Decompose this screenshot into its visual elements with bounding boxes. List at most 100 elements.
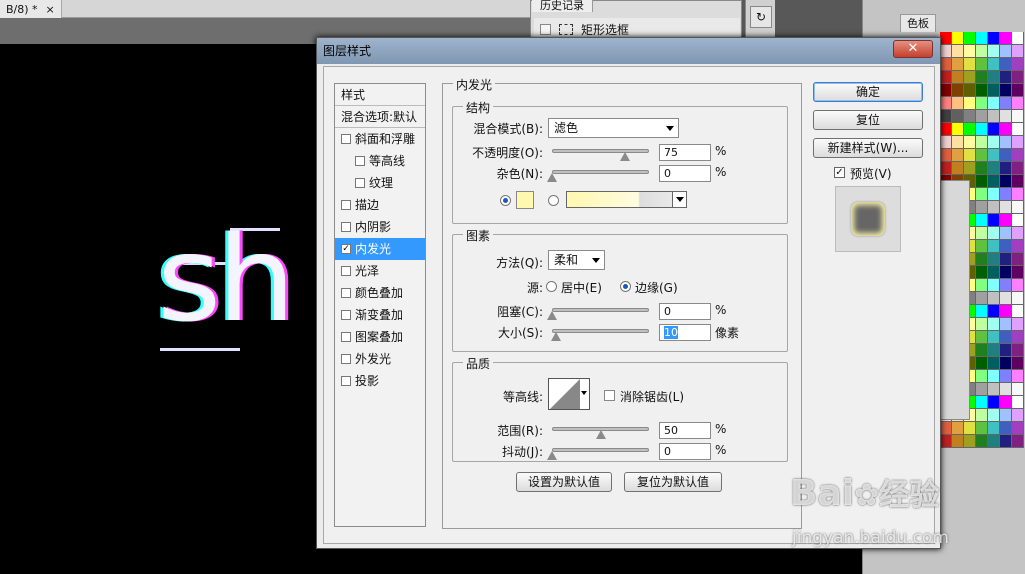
color-swatch[interactable]: [976, 344, 988, 357]
color-swatch[interactable]: [964, 45, 976, 58]
color-swatch[interactable]: [976, 175, 988, 188]
color-swatch[interactable]: [1000, 292, 1012, 305]
noise-slider[interactable]: [552, 170, 649, 174]
color-swatch[interactable]: [1012, 292, 1024, 305]
gradient-radio[interactable]: [548, 195, 559, 206]
color-swatch[interactable]: [1000, 305, 1012, 318]
color-swatch[interactable]: [988, 71, 1000, 84]
color-swatch[interactable]: [940, 422, 952, 435]
color-swatch[interactable]: [1000, 331, 1012, 344]
color-swatch[interactable]: [976, 240, 988, 253]
color-swatch[interactable]: [976, 305, 988, 318]
color-swatch[interactable]: [976, 201, 988, 214]
technique-select[interactable]: 柔和: [548, 250, 605, 270]
source-center-radio[interactable]: [546, 281, 557, 292]
color-swatch[interactable]: [1012, 162, 1024, 175]
color-swatch[interactable]: [988, 84, 1000, 97]
color-swatch[interactable]: [964, 97, 976, 110]
color-swatch[interactable]: [1000, 214, 1012, 227]
color-swatch[interactable]: [1000, 383, 1012, 396]
color-swatch[interactable]: [1012, 110, 1024, 123]
color-swatch[interactable]: [1000, 32, 1012, 45]
close-button[interactable]: ✕: [893, 40, 933, 58]
color-swatch[interactable]: [1012, 71, 1024, 84]
color-swatch[interactable]: [976, 149, 988, 162]
color-swatch[interactable]: [976, 84, 988, 97]
color-swatch[interactable]: [1012, 149, 1024, 162]
color-swatch[interactable]: [988, 45, 1000, 58]
color-swatch[interactable]: [988, 357, 1000, 370]
color-swatch[interactable]: [1012, 136, 1024, 149]
color-swatch[interactable]: [976, 227, 988, 240]
style-checkbox[interactable]: ✓: [341, 244, 351, 254]
document-tab[interactable]: B/8) * ×: [0, 0, 62, 18]
color-swatch[interactable]: [988, 58, 1000, 71]
glow-color-swatch[interactable]: [516, 191, 534, 209]
style-checkbox[interactable]: [341, 134, 351, 144]
color-swatch[interactable]: [940, 149, 952, 162]
style-item[interactable]: 图案叠加: [335, 326, 425, 348]
color-swatch[interactable]: [1012, 357, 1024, 370]
color-swatch[interactable]: [988, 253, 1000, 266]
color-swatch[interactable]: [976, 110, 988, 123]
color-swatch[interactable]: [988, 383, 1000, 396]
color-swatch[interactable]: [988, 149, 1000, 162]
color-swatch[interactable]: [1000, 175, 1012, 188]
color-swatch[interactable]: [988, 240, 1000, 253]
contour-picker[interactable]: [548, 378, 590, 410]
color-swatch[interactable]: [988, 32, 1000, 45]
style-checkbox[interactable]: [341, 376, 351, 386]
color-swatch[interactable]: [1000, 45, 1012, 58]
color-swatch[interactable]: [976, 292, 988, 305]
color-swatch[interactable]: [988, 396, 1000, 409]
color-swatch[interactable]: [964, 435, 976, 448]
color-swatch[interactable]: [988, 435, 1000, 448]
color-swatch[interactable]: [988, 279, 1000, 292]
color-swatch[interactable]: [952, 422, 964, 435]
style-checkbox[interactable]: [355, 178, 365, 188]
color-swatch[interactable]: [1012, 32, 1024, 45]
style-item[interactable]: 内阴影: [335, 216, 425, 238]
color-swatch[interactable]: [1012, 227, 1024, 240]
color-swatch[interactable]: [940, 435, 952, 448]
color-swatch[interactable]: [1000, 422, 1012, 435]
range-input[interactable]: 50: [659, 422, 711, 439]
blending-options-item[interactable]: 混合选项:默认: [335, 106, 425, 128]
color-swatch[interactable]: [1000, 84, 1012, 97]
color-swatch[interactable]: [988, 136, 1000, 149]
color-swatch[interactable]: [952, 136, 964, 149]
choke-input[interactable]: 0: [659, 303, 711, 320]
color-swatch[interactable]: [1012, 214, 1024, 227]
style-checkbox[interactable]: [341, 222, 351, 232]
color-swatch[interactable]: [964, 71, 976, 84]
color-swatch[interactable]: [976, 370, 988, 383]
color-swatch[interactable]: [1012, 331, 1024, 344]
color-swatch[interactable]: [1012, 318, 1024, 331]
style-item[interactable]: 光泽: [335, 260, 425, 282]
chevron-down-icon[interactable]: [672, 192, 686, 207]
color-swatch[interactable]: [1012, 383, 1024, 396]
style-checkbox[interactable]: [341, 354, 351, 364]
color-swatch[interactable]: [952, 123, 964, 136]
color-swatch[interactable]: [976, 266, 988, 279]
color-swatch[interactable]: [1000, 162, 1012, 175]
color-swatch[interactable]: [1012, 58, 1024, 71]
size-slider[interactable]: [552, 329, 649, 333]
color-swatch[interactable]: [988, 123, 1000, 136]
history-snapshot-checkbox[interactable]: [540, 23, 551, 35]
color-swatch[interactable]: [976, 162, 988, 175]
color-swatch[interactable]: [964, 136, 976, 149]
style-checkbox[interactable]: [341, 288, 351, 298]
new-style-button[interactable]: 新建样式(W)...: [813, 138, 923, 158]
color-swatch[interactable]: [964, 149, 976, 162]
color-swatch[interactable]: [988, 214, 1000, 227]
color-swatch[interactable]: [988, 331, 1000, 344]
color-swatch[interactable]: [1000, 123, 1012, 136]
style-checkbox[interactable]: [355, 156, 365, 166]
color-swatch[interactable]: [976, 409, 988, 422]
reset-button[interactable]: 复位: [813, 110, 923, 130]
color-swatch[interactable]: [988, 318, 1000, 331]
color-swatch[interactable]: [952, 97, 964, 110]
color-swatch[interactable]: [1000, 266, 1012, 279]
color-swatch[interactable]: [940, 123, 952, 136]
